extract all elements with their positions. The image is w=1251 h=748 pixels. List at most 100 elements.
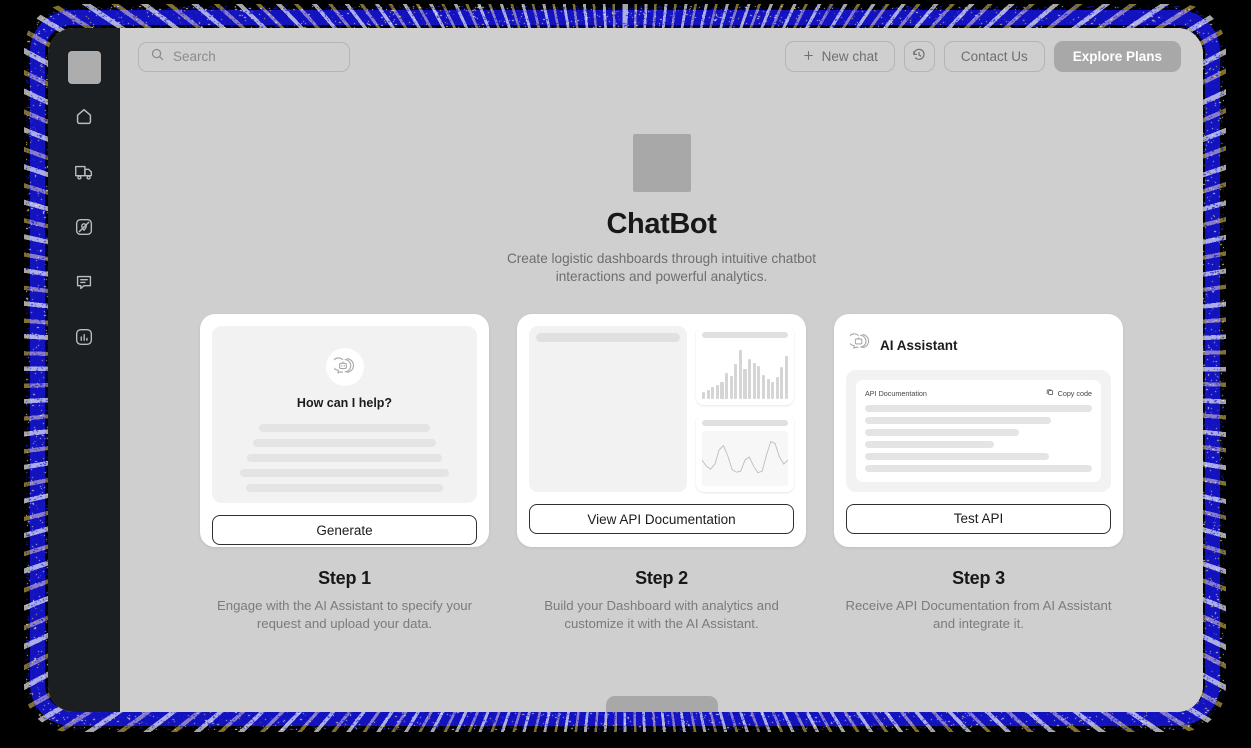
bot-bubble-icon — [326, 348, 364, 386]
sidebar-item-chat[interactable] — [62, 260, 106, 304]
step-title: Step 2 — [635, 568, 688, 589]
panel-title-placeholder — [702, 420, 788, 426]
new-chat-button[interactable]: New chat — [785, 41, 895, 72]
sidebar — [48, 28, 120, 712]
panel-title-placeholder — [702, 332, 788, 338]
bar — [739, 350, 742, 399]
skeleton-line — [246, 484, 444, 492]
card-ai-assistant: AI Assistant API Documentation Copy code… — [834, 314, 1123, 547]
steps-row: How can I help? Generate Step 1 Engage w… — [200, 314, 1123, 633]
mini-bar-chart-card — [696, 326, 794, 405]
dashboard-mini-bar-chart — [702, 343, 788, 399]
home-icon — [73, 106, 95, 128]
dashboard-main-panel — [529, 326, 687, 492]
contact-us-label: Contact Us — [961, 49, 1028, 64]
bar — [707, 390, 710, 399]
mini-line-chart-card — [696, 414, 794, 493]
bar — [753, 363, 756, 399]
plus-icon — [802, 49, 815, 65]
skeleton-line — [865, 417, 1051, 424]
skeleton-line — [865, 465, 1092, 472]
desktop-backdrop: New chat Contact Us — [0, 0, 1251, 748]
bar — [720, 382, 723, 399]
copy-code-label: Copy code — [1058, 389, 1092, 398]
bar — [776, 377, 779, 398]
contact-us-button[interactable]: Contact Us — [944, 41, 1045, 72]
map-pin-icon — [73, 216, 95, 238]
skeleton-line — [865, 429, 1019, 436]
generate-skeleton-lines — [224, 424, 465, 492]
app-window: New chat Contact Us — [48, 28, 1203, 712]
api-doc-panel: API Documentation Copy code — [846, 370, 1111, 492]
code-block-header: API Documentation Copy code — [865, 388, 1092, 398]
bar — [725, 373, 728, 399]
top-bar: New chat Contact Us — [120, 28, 1203, 85]
app-logo[interactable] — [68, 51, 101, 84]
step-description: Build your Dashboard with analytics and … — [517, 597, 807, 633]
generate-button[interactable]: Generate — [212, 515, 477, 545]
ai-assistant-title: AI Assistant — [880, 338, 958, 353]
step-column-2: View API Documentation Step 2 Build your… — [517, 314, 806, 633]
dashboard-side-panels — [696, 326, 794, 492]
sidebar-item-shipments[interactable] — [62, 150, 106, 194]
truck-icon — [73, 161, 95, 183]
panel-title-placeholder — [536, 333, 680, 342]
dashboard-preview — [529, 326, 794, 492]
bar — [716, 385, 719, 398]
page-title: ChatBot — [607, 208, 717, 241]
skeleton-line — [247, 454, 442, 462]
chat-history-button[interactable] — [904, 41, 935, 72]
step-column-1: How can I help? Generate Step 1 Engage w… — [200, 314, 489, 633]
bar — [748, 359, 751, 399]
search-input[interactable] — [173, 49, 338, 64]
bar — [785, 356, 788, 398]
skeleton-line — [865, 453, 1049, 460]
sidebar-item-analytics[interactable] — [62, 315, 106, 359]
search-box[interactable] — [138, 42, 350, 72]
content-area: ChatBot Create logistic dashboards throu… — [120, 85, 1203, 712]
card-generate: How can I help? Generate — [200, 314, 489, 547]
copy-icon — [1046, 388, 1054, 398]
step-description: Receive API Documentation from AI Assist… — [834, 597, 1124, 633]
chat-icon — [73, 271, 95, 293]
scroll-cta-button[interactable] — [606, 696, 718, 712]
dashboard-mini-line-chart — [702, 431, 788, 487]
sidebar-item-home[interactable] — [62, 95, 106, 139]
code-block-label: API Documentation — [865, 389, 927, 398]
bar — [702, 392, 705, 399]
step-column-3: AI Assistant API Documentation Copy code… — [834, 314, 1123, 633]
bar — [767, 379, 770, 399]
step-title: Step 3 — [952, 568, 1005, 589]
step-title: Step 1 — [318, 568, 371, 589]
history-icon — [911, 47, 927, 66]
test-api-button[interactable]: Test API — [846, 504, 1111, 534]
search-icon — [150, 47, 165, 67]
new-chat-label: New chat — [822, 49, 878, 64]
skeleton-line — [253, 439, 436, 447]
bar — [734, 364, 737, 398]
page-subtitle: Create logistic dashboards through intui… — [482, 250, 842, 286]
hero-logo — [633, 134, 691, 192]
generate-preview-panel: How can I help? — [212, 326, 477, 503]
bar-chart-icon — [73, 326, 95, 348]
explore-plans-label: Explore Plans — [1073, 49, 1162, 64]
explore-plans-button[interactable]: Explore Plans — [1054, 41, 1181, 72]
ai-assistant-header: AI Assistant — [846, 326, 1111, 358]
bar — [730, 376, 733, 398]
bar — [743, 369, 746, 399]
copy-code-button[interactable]: Copy code — [1046, 388, 1092, 398]
bot-bubble-icon — [850, 332, 871, 358]
skeleton-line — [259, 424, 430, 432]
skeleton-line — [240, 469, 450, 477]
skeleton-line — [865, 405, 1092, 412]
bar — [780, 367, 783, 398]
bar — [711, 387, 714, 398]
card-dashboard: View API Documentation — [517, 314, 806, 547]
view-api-documentation-button[interactable]: View API Documentation — [529, 504, 794, 534]
sidebar-item-routes[interactable] — [62, 205, 106, 249]
main-area: New chat Contact Us — [120, 28, 1203, 712]
bar — [771, 382, 774, 399]
bar — [762, 375, 765, 398]
code-skeleton-lines — [865, 405, 1092, 472]
top-bar-actions: New chat Contact Us Explore Plans — [785, 41, 1181, 72]
